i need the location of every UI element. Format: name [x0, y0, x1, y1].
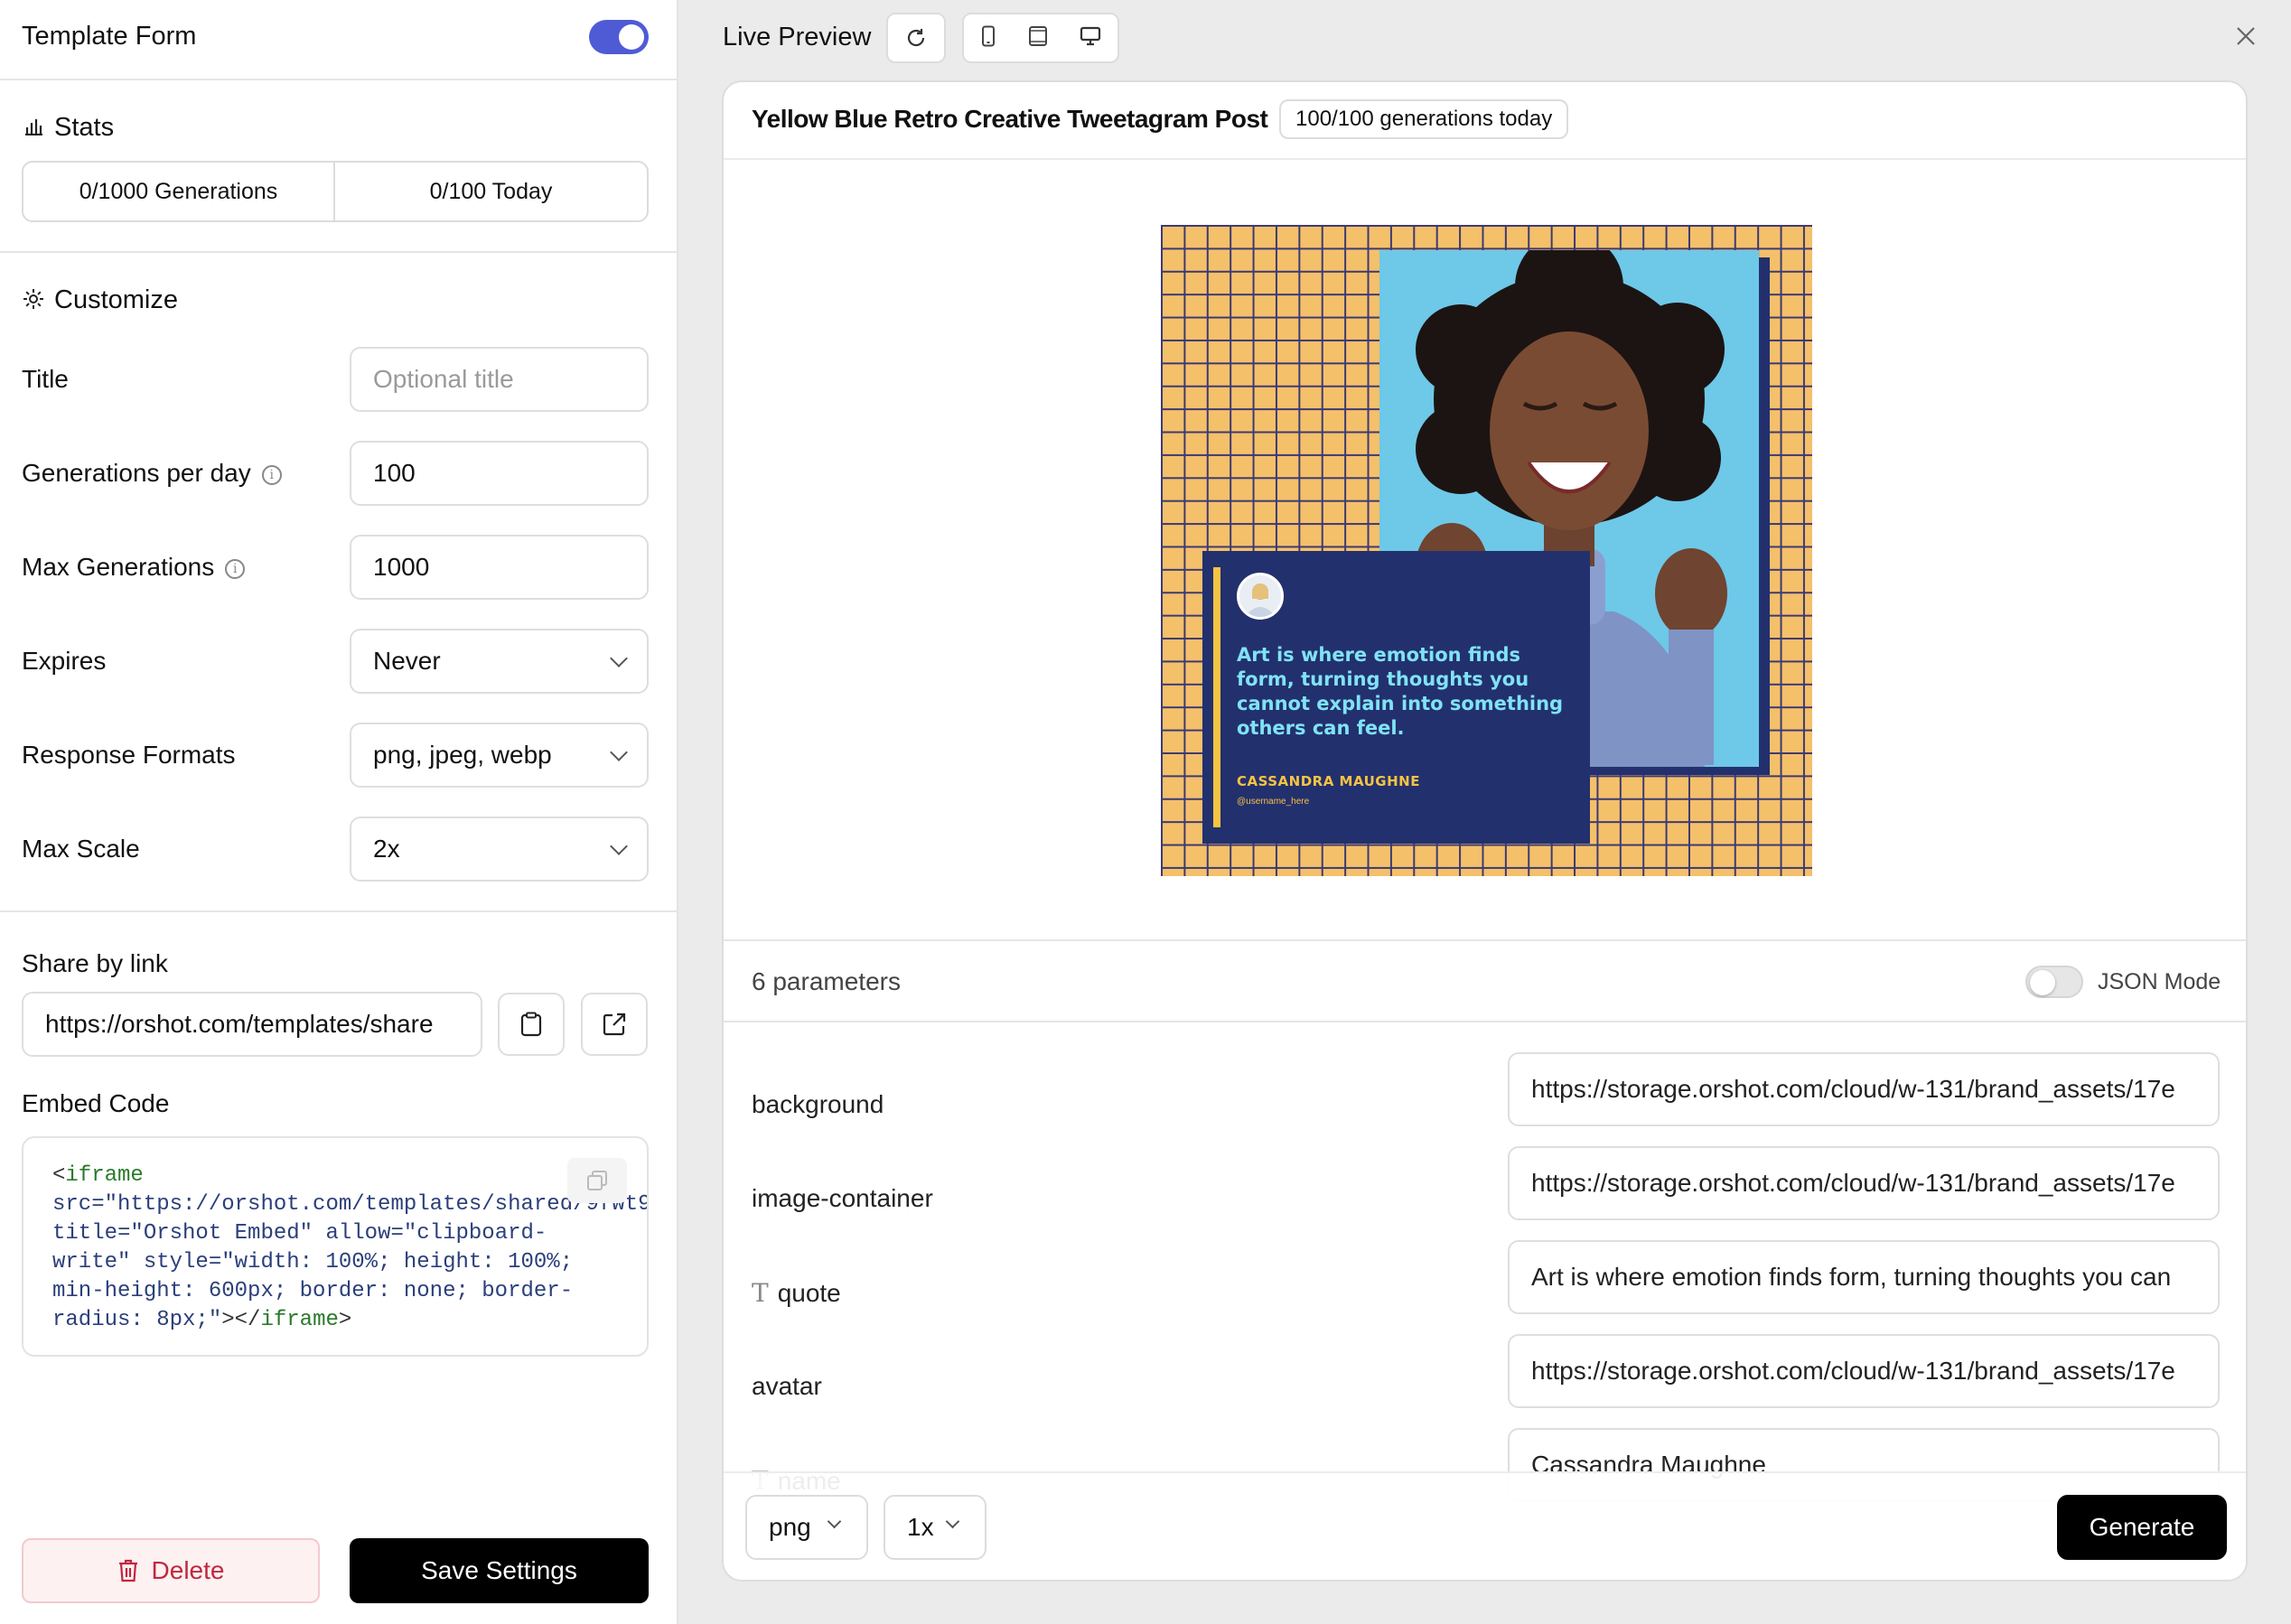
panel-title: Template Form [22, 22, 197, 51]
scale-label: Max Scale [22, 835, 140, 863]
params-count: 6 parameters [752, 967, 901, 995]
expires-label: Expires [22, 647, 107, 675]
format-select[interactable]: png [745, 1495, 868, 1560]
param-quote-input[interactable]: Art is where emotion finds form, turning… [1508, 1240, 2220, 1314]
gear-icon [23, 288, 44, 314]
quote-card: Art is where emotion finds form, turning… [1202, 551, 1590, 844]
avatar [1237, 573, 1284, 620]
trash-icon [118, 1559, 137, 1582]
delete-button[interactable]: Delete [22, 1538, 320, 1603]
generate-button[interactable]: Generate [2057, 1495, 2227, 1560]
share-label: Share by link [22, 949, 168, 977]
copy-code-button[interactable] [567, 1158, 627, 1203]
settings-panel: Template Form Stats 0/1000 Generations 0… [0, 0, 678, 1624]
max-scale-select[interactable]: 2x [350, 817, 649, 882]
stats-generations: 0/1000 Generations [23, 163, 335, 220]
info-icon[interactable]: i [225, 559, 246, 579]
tablet-icon[interactable] [1028, 25, 1048, 51]
copy-link-button[interactable] [498, 993, 565, 1056]
save-settings-button[interactable]: Save Settings [350, 1538, 649, 1603]
title-input[interactable]: Optional title [350, 347, 649, 412]
stats-heading: Stats [54, 113, 115, 142]
param-name: avatar [752, 1372, 822, 1400]
author-username: @username_here [1237, 797, 1310, 807]
param-background-input[interactable]: https://storage.orshot.com/cloud/w-131/b… [1508, 1052, 2220, 1126]
chevron-down-icon [610, 743, 628, 761]
quote-text: Art is where emotion finds form, turning… [1237, 644, 1564, 739]
device-switcher [962, 13, 1119, 63]
json-mode-toggle[interactable] [2025, 966, 2083, 998]
chevron-down-icon [610, 837, 628, 855]
chart-icon [23, 117, 43, 140]
chevron-down-icon [827, 1514, 842, 1529]
close-icon[interactable] [2235, 25, 2257, 51]
template-form-toggle[interactable] [589, 20, 649, 54]
stats-today: 0/100 Today [429, 179, 553, 204]
external-link-icon [603, 1013, 626, 1036]
info-icon[interactable]: i [261, 465, 282, 485]
share-link-input[interactable]: https://orshot.com/templates/share [22, 992, 482, 1057]
author-name: CASSANDRA MAUGHNE [1237, 773, 1420, 789]
stats-box: 0/1000 Generations 0/100 Today [22, 161, 649, 222]
scale-select[interactable]: 1x [884, 1495, 987, 1560]
response-formats-select[interactable]: png, jpeg, webp [350, 723, 649, 788]
embed-label: Embed Code [22, 1089, 170, 1117]
param-name: background [752, 1090, 884, 1118]
live-preview-title: Live Preview [723, 23, 872, 51]
text-type-icon: T [752, 1278, 769, 1308]
copy-icon [587, 1171, 607, 1190]
generations-badge: 100/100 generations today [1279, 99, 1569, 139]
preview-card: Yellow Blue Retro Creative Tweetagram Po… [722, 80, 2248, 1582]
json-mode-label: JSON Mode [2098, 969, 2221, 994]
customize-heading: Customize [54, 285, 178, 314]
generations-per-day-input[interactable]: 100 [350, 441, 649, 506]
refresh-button[interactable] [886, 13, 946, 63]
expires-select[interactable]: Never [350, 629, 649, 694]
title-label: Title [22, 365, 69, 393]
template-name: Yellow Blue Retro Creative Tweetagram Po… [752, 105, 1268, 133]
max-generations-input[interactable]: 1000 [350, 535, 649, 600]
param-avatar-input[interactable]: https://storage.orshot.com/cloud/w-131/b… [1508, 1334, 2220, 1408]
generate-bar: png 1x Generate [724, 1471, 2246, 1580]
clipboard-icon [520, 1012, 542, 1037]
maxgen-label: Max Generations i [22, 553, 246, 582]
gpd-label: Generations per day i [22, 459, 282, 488]
refresh-icon [907, 29, 925, 47]
chevron-down-icon [610, 649, 628, 667]
formats-label: Response Formats [22, 741, 236, 769]
embed-code-block[interactable]: <iframe src="https://orshot.com/templates… [22, 1136, 649, 1357]
param-name: image-container [752, 1184, 933, 1212]
open-link-button[interactable] [581, 993, 648, 1056]
param-name: Tquote [752, 1278, 841, 1308]
param-image-container-input[interactable]: https://storage.orshot.com/cloud/w-131/b… [1508, 1146, 2220, 1220]
preview-image: Art is where emotion finds form, turning… [1161, 225, 1812, 876]
mobile-icon[interactable] [980, 25, 996, 51]
desktop-icon[interactable] [1080, 26, 1101, 51]
chevron-down-icon [945, 1514, 960, 1529]
